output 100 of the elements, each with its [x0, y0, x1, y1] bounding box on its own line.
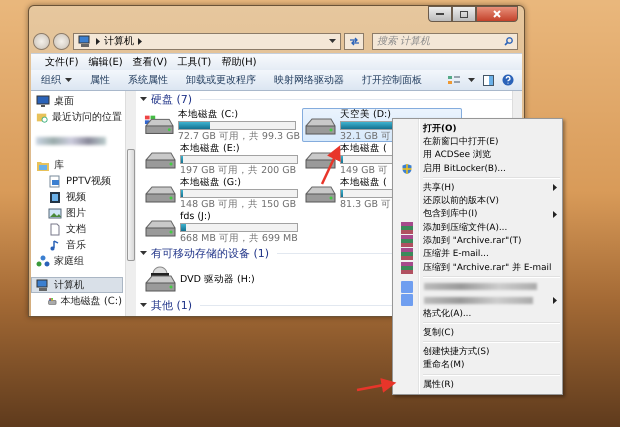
annotation-arrow — [320, 145, 341, 185]
scrollbar-thumb[interactable] — [127, 149, 135, 261]
forward-button[interactable] — [53, 32, 70, 50]
search-icon[interactable] — [504, 36, 513, 46]
submenu-arrow-icon — [553, 296, 557, 304]
menu-item[interactable]: 工具(T) — [177, 55, 212, 69]
close-button[interactable] — [476, 6, 518, 22]
drive-space-text: 149 GB 可 — [340, 164, 388, 176]
breadcrumb[interactable]: 计算机 — [104, 34, 134, 48]
drive-tile[interactable]: 本地磁盘 (G:) 148 GB 可用，共 150 GB — [142, 176, 302, 210]
menu-item[interactable]: 属性(R) — [395, 378, 560, 392]
recent-places-icon — [36, 110, 48, 124]
search-field[interactable]: 搜索 计算机 — [372, 32, 518, 50]
sidebar-item[interactable]: 图片 — [31, 205, 123, 221]
menu-item[interactable]: 启用 BitLocker(B)... — [395, 162, 560, 176]
scrollbar[interactable] — [125, 91, 136, 316]
menu-item[interactable]: 用 ACDSee 浏览 — [395, 148, 560, 162]
menu-item[interactable]: 添加到压缩文件(A)... — [395, 221, 560, 234]
drive-tile[interactable]: DVD 驱动器 (H:) — [142, 262, 302, 296]
video-file-icon — [48, 174, 62, 188]
dvd-drive-icon — [144, 266, 177, 292]
toolbar-button[interactable]: 属性 — [84, 71, 116, 89]
preview-pane-icon[interactable] — [483, 74, 494, 86]
drive-name: 本地磁盘 (C:) — [178, 108, 238, 120]
drive-space-text: 668 MB 可用，共 699 MB — [180, 232, 298, 244]
drive-name: fds (J:) — [180, 210, 211, 222]
sidebar-item[interactable]: 桌面 — [31, 93, 123, 109]
close-icon — [493, 10, 501, 18]
sidebar-item[interactable]: PPTV视频 — [31, 173, 123, 189]
sidebar-item[interactable]: 音乐 — [31, 237, 123, 253]
desktop-icon — [36, 94, 50, 108]
computer-icon — [78, 34, 92, 48]
menu-item[interactable]: 还原以前的版本(V) — [395, 194, 560, 208]
help-icon[interactable] — [502, 74, 514, 86]
drive-space-text: 32.1 GB 可 — [340, 130, 392, 142]
section-header[interactable]: 硬盘 (7) — [151, 92, 192, 107]
sidebar-item[interactable]: 家庭组 — [31, 253, 123, 269]
menu-item[interactable]: 重命名(M) — [395, 358, 560, 372]
caret-icon — [468, 78, 475, 82]
back-button[interactable] — [33, 32, 50, 50]
refresh-button[interactable] — [344, 32, 364, 50]
menu-item[interactable]: 帮助(H) — [221, 55, 257, 69]
chevron-icon — [96, 38, 100, 44]
submenu-arrow-icon — [553, 210, 557, 218]
computer-icon — [36, 278, 50, 292]
picture-icon — [48, 206, 62, 220]
sidebar-item[interactable]: 最近访问的位置 — [31, 109, 123, 125]
caret-icon — [65, 78, 72, 82]
menu-item[interactable]: 查看(V) — [132, 55, 168, 69]
annotation-arrow — [356, 378, 396, 393]
toolbar-button[interactable]: 映射网络驱动器 — [268, 71, 350, 89]
toolbar-button[interactable]: 卸载或更改程序 — [180, 71, 262, 89]
collapse-arrow-icon — [140, 97, 147, 102]
drive-tile[interactable]: fds (J:) 668 MB 可用，共 699 MB — [142, 210, 302, 244]
menu-item[interactable]: 复制(C) — [395, 326, 560, 340]
hard-drive-icon — [144, 114, 175, 136]
app-icon — [401, 280, 413, 293]
menu-item[interactable]: 压缩到 "Archive.rar" 并 E-mail — [395, 260, 560, 274]
shield-icon — [401, 162, 413, 175]
sidebar-item[interactable]: 视频 — [31, 189, 123, 205]
sidebar-item[interactable]: 本地磁盘 (C:) — [31, 293, 123, 309]
view-options-icon[interactable] — [448, 75, 460, 85]
minimize-button[interactable] — [428, 6, 452, 22]
menu-item[interactable]: 创建快捷方式(S) — [395, 345, 560, 359]
menu-item[interactable]: 编辑(E) — [88, 55, 123, 69]
refresh-icon — [348, 36, 360, 46]
drive-name: 本地磁盘 (E:) — [180, 142, 240, 154]
menu-item[interactable]: 文件(F) — [45, 55, 79, 69]
drive-space-text: 72.7 GB 可用，共 99.3 GB — [178, 130, 300, 142]
toolbar-button[interactable]: 组织 — [35, 71, 78, 89]
drive-tile[interactable]: 本地磁盘 (C:) 72.7 GB 可用，共 99.3 GB — [142, 108, 302, 142]
submenu-arrow-icon — [553, 184, 557, 192]
address-bar[interactable]: 计算机 — [73, 32, 341, 50]
sidebar-item[interactable]: 计算机 — [31, 277, 123, 293]
menu-item[interactable]: 压缩并 E-mail... — [395, 248, 560, 261]
chevron-icon — [138, 38, 142, 44]
archive-icon — [401, 262, 413, 274]
app-icon — [401, 294, 413, 306]
toolbar-button[interactable]: 打开控制面板 — [356, 71, 428, 89]
blurred-text — [36, 137, 106, 145]
drive-name: 本地磁盘 (G:) — [180, 176, 241, 188]
maximize-button[interactable] — [452, 6, 476, 22]
menu-item[interactable]: 添加到 "Archive.rar"(T) — [395, 234, 560, 248]
archive-icon — [401, 248, 413, 260]
drive-tile[interactable]: 本地磁盘 (E:) 197 GB 可用，共 200 GB — [142, 142, 302, 176]
drive-name: DVD 驱动器 (H:) — [180, 274, 255, 284]
drive-name: 天空美 (D:) — [340, 108, 391, 120]
sidebar-item[interactable]: 库 — [31, 157, 123, 173]
section-header[interactable]: 其他 (1) — [151, 298, 192, 313]
homegroup-icon — [36, 254, 50, 268]
section-header[interactable]: 有可移动存储的设备 (1) — [151, 246, 270, 261]
maximize-icon — [460, 10, 468, 18]
film-icon — [48, 190, 62, 204]
drive-space-text: 148 GB 可用，共 150 GB — [180, 198, 296, 210]
toolbar-button[interactable]: 系统属性 — [122, 71, 174, 89]
menu-item[interactable]: 格式化(A)... — [395, 306, 560, 320]
collapse-arrow-icon — [140, 303, 147, 308]
menu-item[interactable]: 共享(H) — [395, 181, 560, 194]
menu-item[interactable]: 包含到库中(I) — [395, 208, 560, 222]
sidebar-item[interactable]: 文档 — [31, 221, 123, 237]
